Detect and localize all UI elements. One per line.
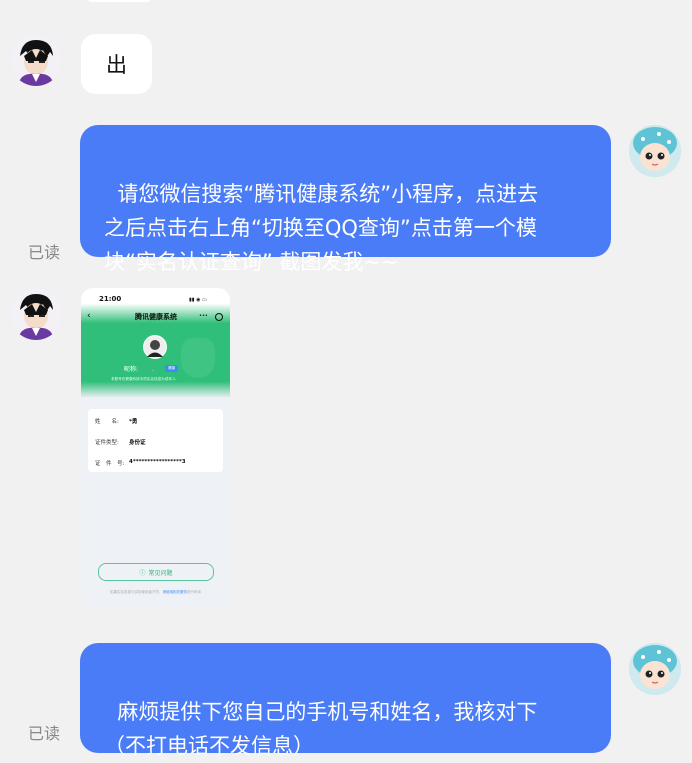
info-row-idnumber: 证 件 号: 4*****************3 (95, 459, 186, 467)
record-icon[interactable] (215, 313, 223, 321)
message-bubble-4[interactable]: 麻烦提供下您自己的手机号和姓名，我核对下 （不打电话不发信息） (80, 643, 611, 758)
image-message-screenshot[interactable]: 21:00 ▮▮ ◉ ▭ ‹ 腾讯健康系统 ••• 昵称: . 健康 本账号在健… (81, 288, 230, 610)
info-row-idtype: 证件类型: 身份证 (95, 440, 146, 446)
question-icon: ⓘ (139, 569, 146, 577)
screenshot-footer: 如果实名信息与实际使用者不符，请使用相关服务进行申诉 (110, 590, 201, 594)
agent-avatar[interactable] (629, 125, 681, 177)
profile-subtitle: 本账号在健康系统中的实名信息为成年人 (111, 377, 176, 381)
read-status: 已读 (28, 724, 61, 743)
message-text: 麻烦提供下您自己的手机号和姓名，我核对下 （不打电话不发信息） (104, 700, 538, 758)
profile-avatar (143, 335, 167, 359)
nickname: 昵称: . (124, 366, 154, 373)
read-status: 已读 (28, 243, 61, 262)
health-badge: 健康 (165, 365, 178, 372)
back-arrow-icon[interactable]: ‹ (87, 311, 91, 321)
message-text: 出 (106, 53, 127, 77)
user-avatar[interactable] (10, 34, 62, 86)
menu-dots-icon[interactable]: ••• (199, 313, 208, 319)
message-bubble-1[interactable]: 出 (81, 34, 152, 94)
user-avatar[interactable] (10, 288, 62, 340)
shield-watermark-icon (181, 338, 215, 378)
screenshot-title: 腾讯健康系统 (135, 313, 177, 321)
message-text: 请您微信搜索“腾讯健康系统”小程序，点进去 之后点击右上角“切换至QQ查询”点击… (104, 182, 539, 274)
prev-bubble-remnant (86, 0, 152, 2)
status-icons: ▮▮ ◉ ▭ (189, 297, 207, 303)
status-time: 21:00 (99, 295, 122, 303)
agent-avatar[interactable] (629, 643, 681, 695)
message-bubble-2[interactable]: 请您微信搜索“腾讯健康系统”小程序，点进去 之后点击右上角“切换至QQ查询”点击… (80, 125, 611, 274)
info-row-name: 姓 名: *勇 (95, 419, 138, 425)
faq-button[interactable]: ⓘ 常见问题 (98, 563, 214, 581)
